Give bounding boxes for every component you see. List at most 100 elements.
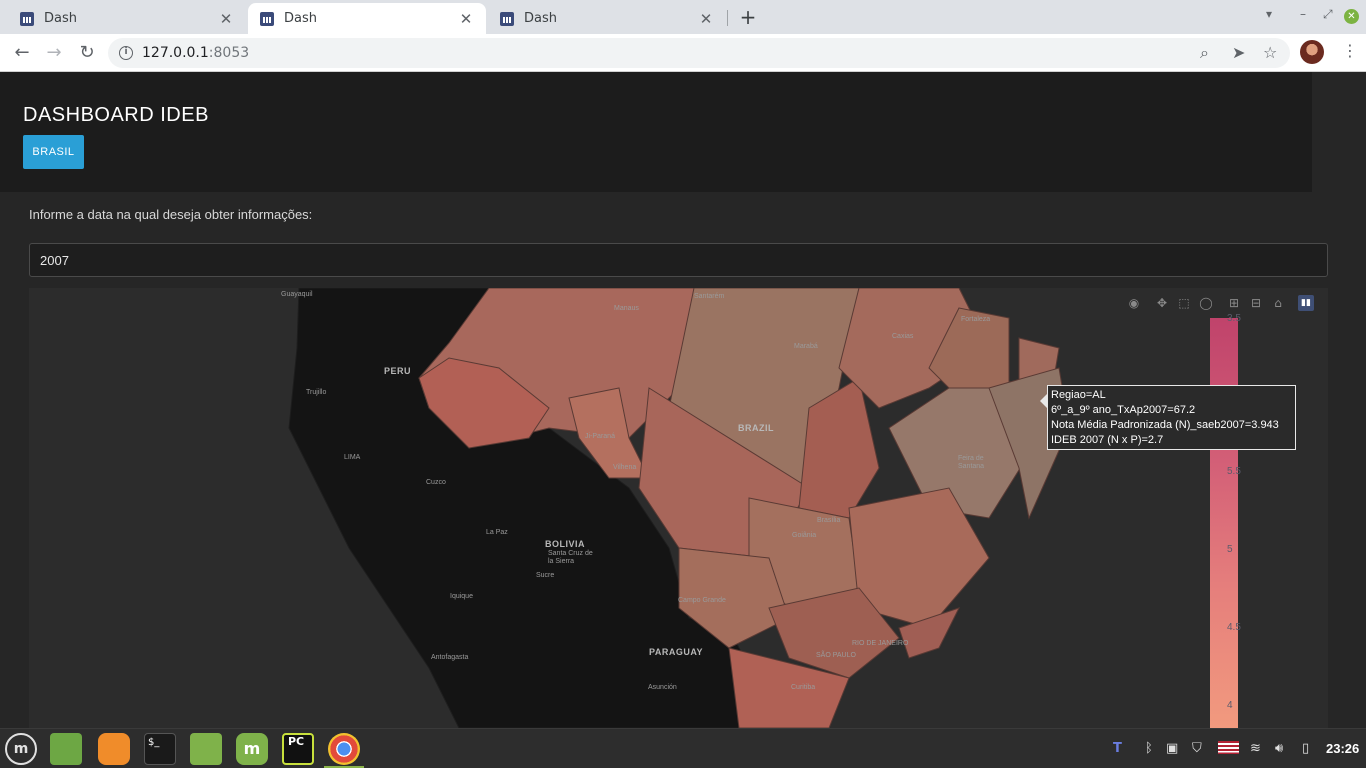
map-label-campo-grande: Campo Grande <box>678 597 726 604</box>
zoom-in-icon[interactable]: ⊞ <box>1226 295 1242 311</box>
us-flag-keyboard-icon[interactable] <box>1218 741 1239 754</box>
reset-home-icon[interactable]: ⌂ <box>1270 295 1286 311</box>
close-tab-icon[interactable]: ✕ <box>458 10 474 28</box>
taskbar-clock[interactable]: 23:26 <box>1326 741 1359 756</box>
map-label-feira: Feira de Santana <box>958 455 985 470</box>
bluetooth-icon[interactable]: ᛒ <box>1145 741 1153 756</box>
plotly-logo-icon[interactable]: ▮▮ <box>1298 295 1314 311</box>
plotly-modebar: ◉ ✥ ⬚ ◯ ⊞ ⊟ ⌂ ▮▮ <box>1126 295 1314 311</box>
bookmark-star-icon[interactable]: ☆ <box>1263 43 1277 62</box>
colorbar-tick: 5.5 <box>1227 466 1241 477</box>
hover-tooltip: Regiao=AL 6º_a_9º ano_TxAp2007=67.2 Nota… <box>1047 385 1296 450</box>
tooltip-line-saeb: Nota Média Padronizada (N)_saeb2007=3.94… <box>1051 419 1279 431</box>
tab-title: Dash <box>284 11 317 26</box>
colorbar-tick: 3.5 <box>1227 313 1241 324</box>
tooltip-arrow <box>1040 394 1047 408</box>
send-icon[interactable]: ➤ <box>1232 43 1245 62</box>
minimize-icon[interactable]: – <box>1300 7 1306 21</box>
browser-tab-2-active[interactable]: Dash ✕ <box>248 3 486 34</box>
terminal-icon[interactable]: $_ <box>144 733 176 765</box>
map-label-maraba: Marabá <box>794 343 818 350</box>
map-label-fortaleza: Fortaleza <box>961 316 991 323</box>
mint-menu-icon[interactable]: m <box>5 733 37 765</box>
clipboard-icon[interactable]: ▣ <box>1166 741 1178 756</box>
window-close-icon[interactable]: ✕ <box>1344 9 1359 24</box>
zoom-out-icon[interactable]: ⊟ <box>1248 295 1264 311</box>
colorbar-tick: 5 <box>1227 544 1233 555</box>
chrome-icon[interactable] <box>324 733 364 768</box>
map-canvas <box>29 288 1328 728</box>
map-label-sao-paulo: SÃO PAULO <box>816 652 856 659</box>
dash-favicon-icon <box>500 11 514 26</box>
teams-icon[interactable]: T <box>1113 741 1122 756</box>
profile-avatar[interactable] <box>1300 40 1324 64</box>
brasil-button[interactable]: BRASIL <box>23 135 84 169</box>
map-label-asuncion: Asunción <box>648 684 677 691</box>
url-text: 127.0.0.1:8053 <box>142 45 250 61</box>
map-label-brasilia: Brasília <box>817 517 841 524</box>
browser-toolbar: ← → ↻ i 127.0.0.1:8053 ⌕ ➤ ☆ ⋮ <box>0 34 1366 72</box>
dash-favicon-icon <box>260 11 274 26</box>
volume-icon[interactable]: 🔊︎ <box>1275 741 1283 756</box>
browser-tab-bar: Dash ✕ Dash ✕ Dash ✕ + ▾ – ⤢ ✕ <box>0 0 1366 34</box>
map-label-brazil: BRAZIL <box>738 423 774 433</box>
firefox-icon[interactable] <box>98 733 130 765</box>
back-arrow-icon[interactable]: ← <box>11 42 33 63</box>
pycharm-icon[interactable]: PC <box>282 733 314 765</box>
scrollbar-gutter <box>1312 72 1366 192</box>
map-label-curitiba: Curitiba <box>791 684 816 691</box>
tooltip-line-ideb: IDEB 2007 (N x P)=2.7 <box>1051 434 1164 446</box>
battery-icon[interactable]: ▯ <box>1302 741 1309 756</box>
zoom-icon[interactable]: ⌕ <box>1200 43 1209 63</box>
map-label-rio: RIO DE JANEIRO <box>852 640 909 647</box>
browser-tab-1[interactable]: Dash ✕ <box>8 3 246 34</box>
files-icon[interactable] <box>190 733 222 765</box>
reload-icon[interactable]: ↻ <box>76 42 98 63</box>
os-taskbar: m $_ m PC T ᛒ ▣ ⛉ ≋ 🔊︎ ▯ 23:26 <box>0 728 1366 768</box>
header-band: DASHBOARD IDEB BRASIL <box>0 72 1312 192</box>
map-label-cuzco: Cuzco <box>426 479 446 486</box>
shield-icon[interactable]: ⛉ <box>1192 741 1202 756</box>
map-label-ji-parana: Ji-Paraná <box>585 433 615 440</box>
maximize-icon[interactable]: ⤢ <box>1323 7 1333 22</box>
page-title: DASHBOARD IDEB <box>23 104 209 126</box>
software-manager-icon[interactable]: m <box>236 733 268 765</box>
site-info-icon[interactable]: i <box>119 46 133 60</box>
map-label-manaus: Manaus <box>614 305 639 312</box>
lasso-select-icon[interactable]: ◯ <box>1198 295 1214 311</box>
wifi-icon[interactable]: ≋ <box>1250 741 1261 756</box>
browser-tab-3[interactable]: Dash ✕ <box>488 3 726 34</box>
menu-kebab-icon[interactable]: ⋮ <box>1342 41 1358 60</box>
map-label-peru: PERU <box>384 366 412 376</box>
map-label-caxias: Caxias <box>892 333 914 340</box>
colorbar <box>1210 318 1238 728</box>
map-label-goiania: Goiânia <box>792 532 817 539</box>
tab-title: Dash <box>44 11 77 26</box>
map-label-santa-cruz: Santa Cruz de la Sierra <box>548 550 593 565</box>
close-tab-icon[interactable]: ✕ <box>218 10 234 28</box>
map-label-antofagasta: Antofagasta <box>431 654 469 661</box>
map-label-sucre: Sucre <box>536 572 555 579</box>
date-input[interactable] <box>29 243 1328 277</box>
tab-search-chevron-icon[interactable]: ▾ <box>1266 7 1272 21</box>
show-desktop-icon[interactable] <box>50 733 82 765</box>
colorbar-tick: 4 <box>1227 700 1233 711</box>
camera-icon[interactable]: ◉ <box>1126 295 1142 311</box>
map-label-guayaquil: Guayaquil <box>281 291 313 298</box>
map-label-santarem: Santarém <box>694 293 725 300</box>
pan-icon[interactable]: ✥ <box>1154 295 1170 311</box>
close-tab-icon[interactable]: ✕ <box>698 10 714 28</box>
map-label-iquique: Iquique <box>450 593 473 600</box>
map-label-la-paz: La Paz <box>486 529 508 536</box>
choropleth-map[interactable]: Guayaquil PERU Trujillo LIMA Cuzco La Pa… <box>29 288 1328 728</box>
dash-favicon-icon <box>20 11 34 26</box>
map-label-trujillo: Trujillo <box>306 389 327 396</box>
tooltip-line-approval: 6º_a_9º ano_TxAp2007=67.2 <box>1051 404 1196 416</box>
map-label-bolivia: BOLIVIA <box>545 539 586 549</box>
forward-arrow-icon[interactable]: → <box>43 42 65 63</box>
page-content: DASHBOARD IDEB BRASIL Informe a data na … <box>0 72 1366 728</box>
tab-separator <box>727 10 728 26</box>
address-bar[interactable]: i 127.0.0.1:8053 ⌕ ➤ ☆ <box>108 38 1290 68</box>
box-select-icon[interactable]: ⬚ <box>1176 295 1192 311</box>
new-tab-button[interactable]: + <box>737 5 759 29</box>
